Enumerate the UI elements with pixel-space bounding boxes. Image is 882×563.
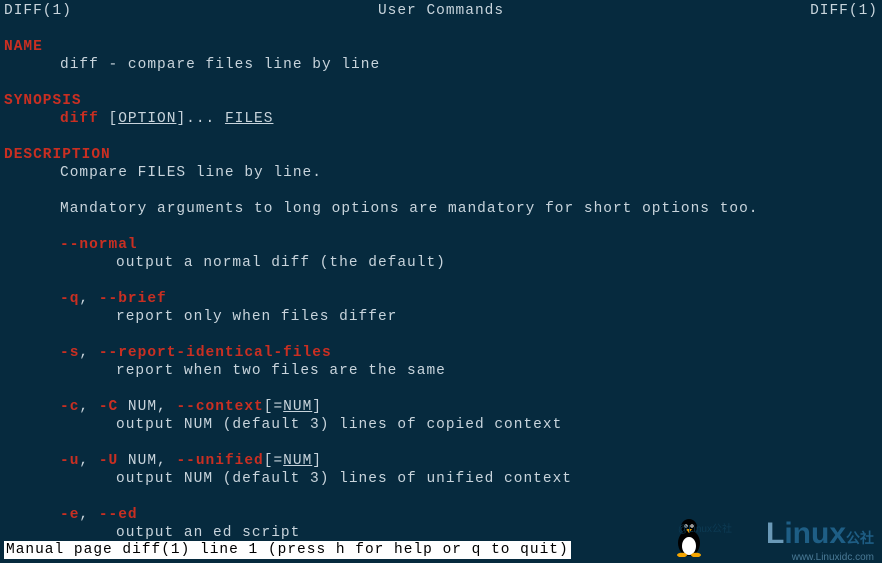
description-heading: DESCRIPTION [4, 147, 111, 163]
man-header: DIFF(1) User Commands DIFF(1) [4, 2, 878, 20]
opt-e: -e, --ed [4, 506, 878, 524]
opt-c: -c, -C NUM, --context[=NUM] [4, 398, 878, 416]
opt-normal-desc: output a normal diff (the default) [4, 254, 878, 272]
watermark-brand: Linux公社 [766, 517, 874, 551]
opt-u: -u, -U NUM, --unified[=NUM] [4, 452, 878, 470]
man-status-bar[interactable]: Manual page diff(1) line 1 (press h for … [4, 541, 571, 559]
opt-s: -s, --report-identical-files [4, 344, 878, 362]
opt-u-desc: output NUM (default 3) lines of unified … [4, 470, 878, 488]
desc-line1: Compare FILES line by line. [4, 164, 878, 182]
synopsis-heading: SYNOPSIS [4, 93, 82, 109]
synopsis-option: OPTION [118, 111, 176, 127]
opt-q: -q, --brief [4, 290, 878, 308]
header-left: DIFF(1) [4, 2, 72, 20]
header-right: DIFF(1) [810, 2, 878, 20]
synopsis-line: diff [OPTION]... FILES [4, 110, 878, 128]
watermark-site: www.Linuxidc.com [792, 552, 874, 563]
name-heading: NAME [4, 39, 43, 55]
man-page-terminal[interactable]: DIFF(1) User Commands DIFF(1) NAME diff … [0, 0, 882, 563]
opt-normal: --normal [4, 236, 878, 254]
opt-q-desc: report only when files differ [4, 308, 878, 326]
synopsis-cmd: diff [60, 111, 99, 127]
name-text: diff - compare files line by line [4, 56, 878, 74]
synopsis-files: FILES [225, 111, 274, 127]
watermark-at-tag: @Linux公社 [678, 520, 732, 535]
desc-line2: Mandatory arguments to long options are … [4, 200, 878, 218]
opt-e-desc: output an ed script [4, 524, 878, 542]
opt-c-desc: output NUM (default 3) lines of copied c… [4, 416, 878, 434]
header-center: User Commands [72, 2, 810, 20]
opt-s-desc: report when two files are the same [4, 362, 878, 380]
